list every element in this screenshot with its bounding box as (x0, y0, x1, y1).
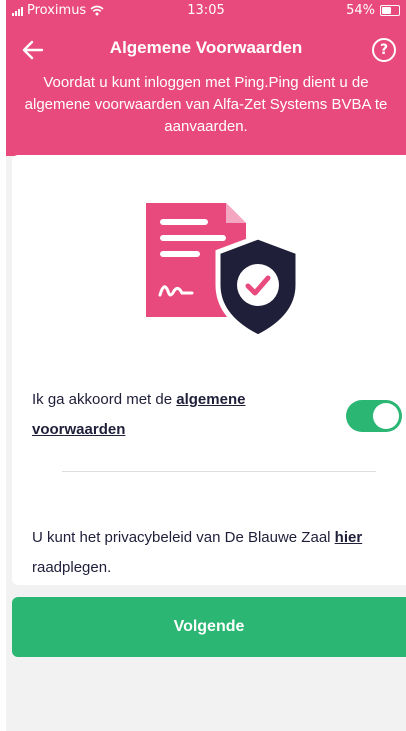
privacy-text: U kunt het privacybeleid van De Blauwe Z… (32, 523, 397, 583)
next-button[interactable]: Volgende (12, 597, 406, 657)
app-screen: Proximus 13:05 54% Algemene Voorwaarden … (6, 0, 406, 731)
consent-label: Ik ga akkoord met de (32, 391, 177, 408)
page-title: Algemene Voorwaarden (109, 38, 303, 57)
document-shield-check-icon (146, 203, 301, 340)
privacy-link[interactable]: hier (335, 529, 363, 546)
terms-card: Ik ga akkoord met de algemene voorwaarde… (12, 155, 406, 585)
header-subtitle: Voordat u kunt inloggen met Ping.Ping di… (24, 74, 388, 135)
battery-icon (380, 5, 400, 16)
question-circle-icon[interactable]: ? (372, 38, 396, 62)
privacy-label-end: raadplegen. (32, 559, 112, 576)
arrow-left-icon[interactable] (20, 37, 46, 63)
toggle-knob (373, 403, 399, 429)
nav-bar: Algemene Voorwaarden ? (6, 30, 406, 70)
consent-row: Ik ga akkoord met de algemene voorwaarde… (32, 385, 402, 445)
terms-toggle[interactable] (346, 400, 402, 432)
header: Proximus 13:05 54% Algemene Voorwaarden … (6, 0, 406, 156)
consent-text: Ik ga akkoord met de algemene voorwaarde… (32, 385, 312, 445)
status-bar: Proximus 13:05 54% (6, 0, 406, 22)
status-right: 54% (346, 3, 400, 18)
battery-percentage: 54% (346, 3, 375, 18)
privacy-label: U kunt het privacybeleid van De Blauwe Z… (32, 529, 335, 546)
divider (62, 471, 376, 472)
